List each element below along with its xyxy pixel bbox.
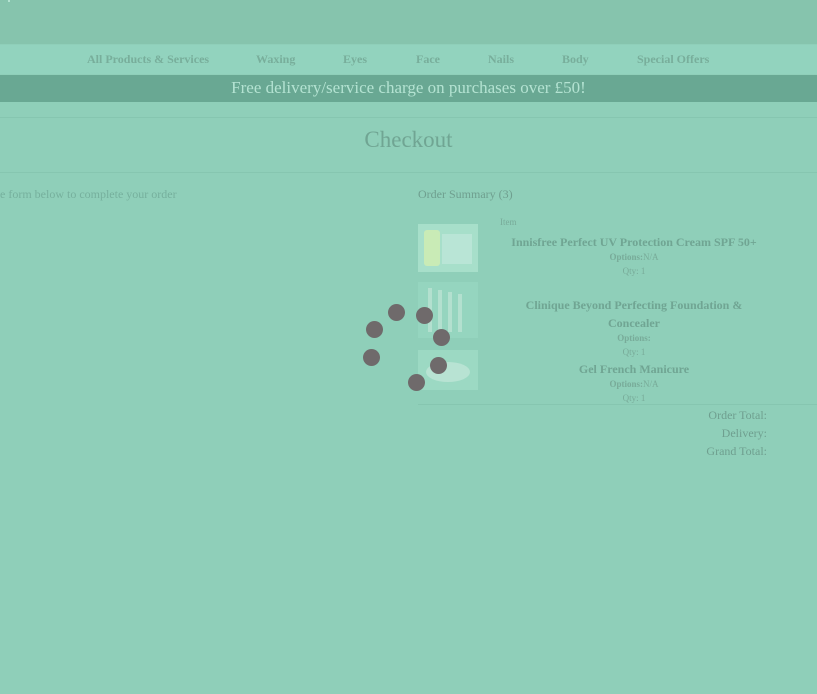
nav-item-special-offers[interactable]: Special Offers <box>637 52 709 67</box>
checkout-page: All Products & Services Waxing Eyes Face… <box>0 0 817 694</box>
site-header <box>0 0 817 44</box>
product-qty: Qty: 1 <box>622 266 646 276</box>
logo-fragment-icon <box>8 0 10 2</box>
item-column-header: Item <box>500 217 517 227</box>
product-options: Options:N/A <box>505 379 763 389</box>
nav-item-nails[interactable]: Nails <box>488 52 514 67</box>
product-options: Options: <box>505 333 763 343</box>
product-image-sunscreen[interactable] <box>418 224 478 272</box>
order-summary-title: Order Summary (3) <box>418 187 513 201</box>
manicure-hand-icon <box>418 350 478 390</box>
grand-total-label: Grand Total: <box>706 444 767 458</box>
spinner-dot <box>366 321 383 338</box>
page-title: Checkout <box>364 127 453 152</box>
form-instructions: e form below to complete your order <box>0 187 177 201</box>
divider <box>418 404 817 405</box>
spinner-dot <box>433 329 450 346</box>
spinner-dot <box>408 374 425 391</box>
spinner-dot <box>416 307 433 324</box>
product-name-foundation[interactable]: Clinique Beyond Perfecting Foundation & … <box>505 296 763 332</box>
main-navigation: All Products & Services Waxing Eyes Face… <box>0 45 817 74</box>
product-qty: Qty: 1 <box>622 393 646 403</box>
nav-item-eyes[interactable]: Eyes <box>343 52 367 67</box>
order-total-label: Order Total: <box>708 408 767 422</box>
options-label: Options: <box>609 252 643 262</box>
spinner-dot <box>363 349 380 366</box>
product-name-manicure[interactable]: Gel French Manicure <box>505 360 763 378</box>
options-label: Options: <box>617 333 651 343</box>
delivery-label: Delivery: <box>721 426 767 440</box>
promo-banner: Free delivery/service charge on purchase… <box>0 75 817 102</box>
spinner-dot <box>430 357 447 374</box>
options-value: N/A <box>643 379 659 389</box>
divider <box>0 172 817 173</box>
nav-item-face[interactable]: Face <box>416 52 440 67</box>
divider <box>0 117 817 118</box>
nav-item-all-products[interactable]: All Products & Services <box>87 52 209 67</box>
options-label: Options: <box>609 379 643 389</box>
nav-item-waxing[interactable]: Waxing <box>256 52 295 67</box>
promo-text: Free delivery/service charge on purchase… <box>231 78 586 97</box>
options-value: N/A <box>643 252 659 262</box>
product-image-manicure[interactable] <box>418 350 478 390</box>
product-name-sunscreen[interactable]: Innisfree Perfect UV Protection Cream SP… <box>505 233 763 251</box>
sunscreen-product-icon <box>418 224 478 272</box>
product-qty: Qty: 1 <box>622 347 646 357</box>
spinner-dot <box>388 304 405 321</box>
nav-item-body[interactable]: Body <box>562 52 589 67</box>
product-options: Options:N/A <box>505 252 763 262</box>
